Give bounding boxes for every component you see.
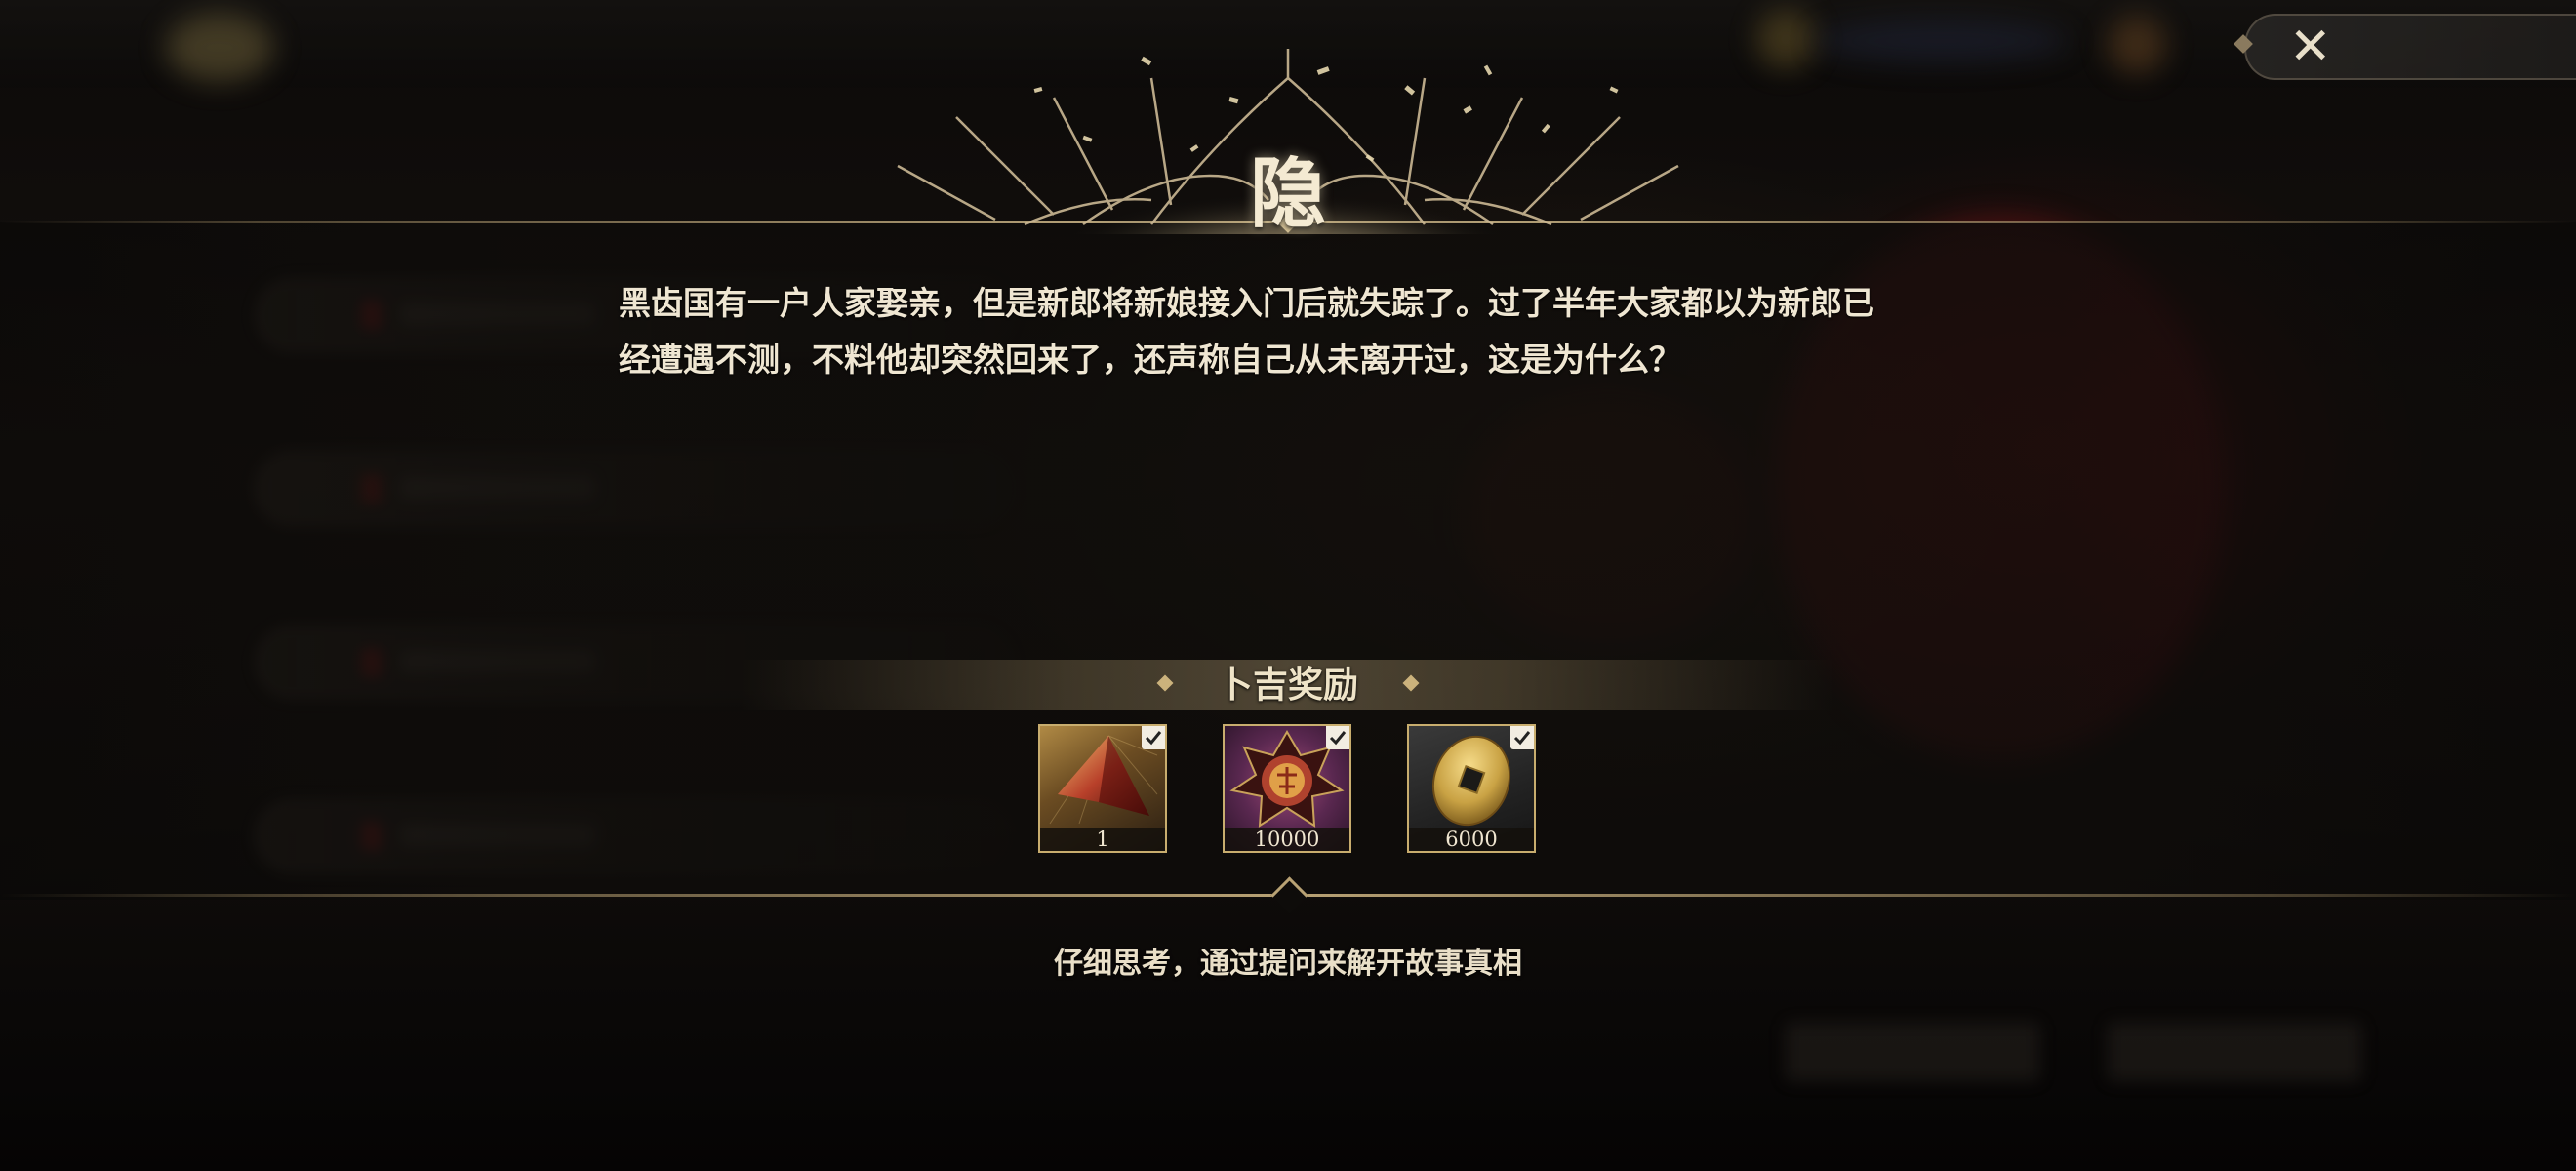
- close-x-icon[interactable]: ✕: [2289, 21, 2332, 72]
- story-line: 黑齿国有一户人家娶亲，但是新郎将新娘接入门后就失踪了。过了半年大家都以为新郎已: [619, 284, 1874, 322]
- hint-text: 仔细思考，通过提问来解开故事真相: [1054, 947, 1522, 981]
- close-button[interactable]: ✕: [2234, 14, 2576, 80]
- background-glow: [1756, 10, 1815, 68]
- riddle-category-title: 隐: [1249, 149, 1326, 238]
- reward-item[interactable]: 10000: [1223, 724, 1351, 853]
- story-line: 经遭遇不测，不料他却突然回来了，还声称自己从未离开过，这是为什么？: [619, 341, 1681, 379]
- background-button: [2108, 1023, 2361, 1081]
- game-screen: 隐 ✕ 黑齿国有一户人家娶亲，但是新郎将新娘接入门后就失踪了。过了半年大家都以为…: [0, 0, 2576, 1171]
- reward-item[interactable]: 1: [1038, 724, 1167, 853]
- reward-quantity: 1: [1040, 828, 1165, 851]
- reward-item[interactable]: 6000: [1407, 724, 1536, 853]
- checkbox-checked-icon[interactable]: [1510, 726, 1534, 749]
- checkbox-checked-icon[interactable]: [1326, 726, 1349, 749]
- background-glow: [2108, 16, 2166, 74]
- background-glow: [1815, 20, 2069, 62]
- reward-quantity: 6000: [1409, 828, 1534, 851]
- reward-quantity: 10000: [1225, 828, 1349, 851]
- background-button: [1786, 1023, 2039, 1081]
- background-glow: [166, 14, 273, 82]
- checkbox-checked-icon[interactable]: [1142, 726, 1165, 749]
- reward-title: 卜吉奖励: [1217, 665, 1358, 706]
- riddle-story-text: 黑齿国有一户人家娶亲，但是新郎将新娘接入门后就失踪了。过了半年大家都以为新郎已 …: [619, 275, 1936, 388]
